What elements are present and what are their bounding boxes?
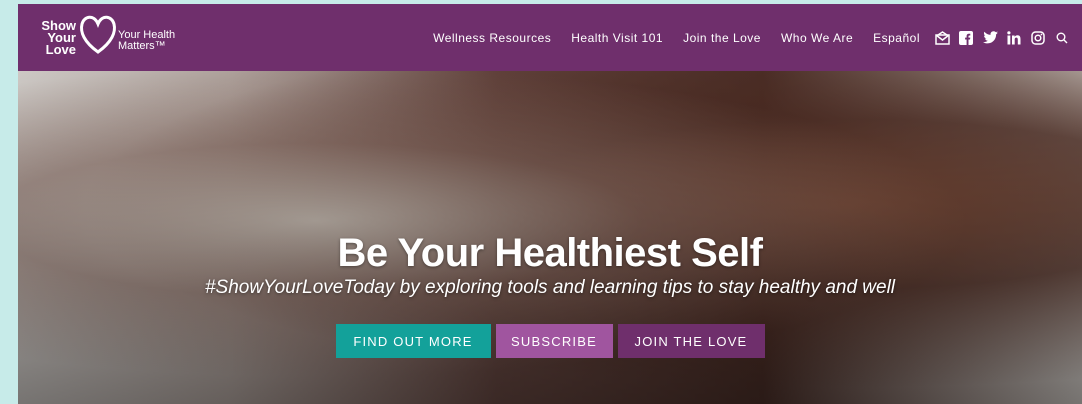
facebook-icon[interactable] xyxy=(958,30,974,46)
heart-icon xyxy=(80,15,116,54)
email-icon[interactable] xyxy=(934,30,950,46)
logo-tagline-line2: Matters™ xyxy=(118,40,166,52)
logo-wordmark: Show Your Love xyxy=(32,19,76,57)
linkedin-icon[interactable] xyxy=(1006,30,1022,46)
instagram-icon[interactable] xyxy=(1030,30,1046,46)
logo-word-love: Love xyxy=(45,42,76,57)
search-icon[interactable] xyxy=(1054,30,1070,46)
join-the-love-button[interactable]: JOIN THE LOVE xyxy=(617,324,765,358)
nav-wellness-resources[interactable]: Wellness Resources xyxy=(433,31,551,45)
logo-tagline: Your Health Matters™ xyxy=(118,30,175,52)
nav-join-the-love[interactable]: Join the Love xyxy=(683,31,761,45)
nav-health-visit-101[interactable]: Health Visit 101 xyxy=(571,31,663,45)
hero-title: Be Your Healthiest Self xyxy=(337,231,763,275)
find-out-more-button[interactable]: FIND OUT MORE xyxy=(335,324,491,358)
main-navigation: Wellness Resources Health Visit 101 Join… xyxy=(413,4,1070,71)
twitter-icon[interactable] xyxy=(982,30,998,46)
hero-subtitle: #ShowYourLoveToday by exploring tools an… xyxy=(204,277,896,298)
hero-banner: Be Your Healthiest Self #ShowYourLoveTod… xyxy=(18,71,1082,404)
browser-viewport: Show Your Love Your Health Matters™ Well… xyxy=(18,4,1082,404)
hero-buttons: FIND OUT MORE SUBSCRIBE JOIN THE LOVE xyxy=(18,324,1082,358)
subscribe-button[interactable]: SUBSCRIBE xyxy=(495,324,613,358)
social-links xyxy=(934,30,1070,46)
site-logo[interactable]: Show Your Love Your Health Matters™ xyxy=(32,12,202,64)
nav-who-we-are[interactable]: Who We Are xyxy=(781,31,853,45)
nav-espanol[interactable]: Español xyxy=(873,31,920,45)
site-header: Show Your Love Your Health Matters™ Well… xyxy=(18,4,1082,71)
